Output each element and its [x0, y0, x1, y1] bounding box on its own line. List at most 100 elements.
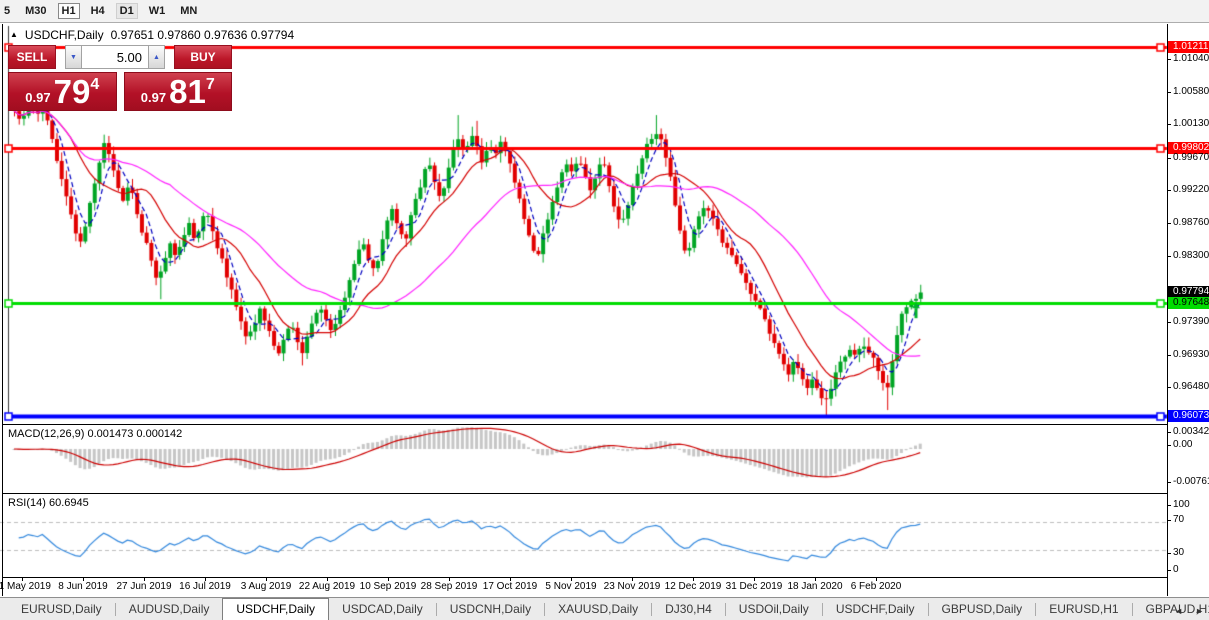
price-axis-tick: [1168, 59, 1171, 60]
price-axis-label: 0.99670: [1173, 152, 1209, 164]
indicator-axis-label: 0.00: [1173, 439, 1192, 451]
indicator-axis-label: 0.003428: [1173, 426, 1209, 438]
volume-stepper: ▼ ▲: [65, 45, 165, 69]
chart-symbol-title: USDCHF,Daily: [25, 28, 104, 42]
chart-icon: ▲: [10, 31, 18, 39]
ask-price-box[interactable]: 0.97 81 7: [124, 72, 233, 111]
chart-tabs: EURUSD,DailyAUDUSD,DailyUSDCHF,DailyUSDC…: [8, 598, 1209, 620]
one-click-trade-panel: SELL ▼ ▲ BUY 0.97 79 4 0.97 81 7: [8, 45, 232, 111]
indicator-axis-tick: [1168, 445, 1171, 446]
chart-tab-eurusd-daily[interactable]: EURUSD,Daily: [8, 599, 115, 620]
indicator-axis-label: 0: [1173, 564, 1179, 576]
mt4-window: 5 M30 H1 H4 D1 W1 MN ▲ USDCHF,Daily 0.97651 0.…: [0, 0, 1209, 620]
price-axis-tick: [1168, 387, 1171, 388]
chart-tab-dj30-h4[interactable]: DJ30,H4: [652, 599, 725, 620]
indicator-axis-label: 30: [1173, 547, 1184, 559]
timeframe-button-w1[interactable]: W1: [145, 3, 170, 19]
bid-pip-digit: 4: [90, 76, 99, 94]
bid-prefix: 0.97: [25, 90, 50, 105]
bid-price-box[interactable]: 0.97 79 4: [8, 72, 117, 111]
price-axis-label: 0.98760: [1173, 217, 1209, 229]
panel-separator: [2, 493, 1167, 494]
price-axis-label: 1.01211: [1168, 41, 1209, 53]
chart-title-bar: ▲ USDCHF,Daily 0.97651 0.97860 0.97636 0…: [10, 28, 294, 42]
date-axis-label: 8 Jun 2019: [58, 581, 108, 592]
date-axis-label: 12 Dec 2019: [665, 581, 722, 592]
chart-tab-bar: EURUSD,DailyAUDUSD,DailyUSDCHF,DailyUSDC…: [0, 597, 1209, 620]
date-axis-label: 27 Jun 2019: [116, 581, 171, 592]
price-axis-label: 1.01040: [1173, 53, 1209, 65]
chart-window: ▲ USDCHF,Daily 0.97651 0.97860 0.97636 0…: [0, 23, 1209, 597]
date-axis-label: 6 Feb 2020: [851, 581, 902, 592]
indicator-axis-tick: [1168, 553, 1171, 554]
chart-tab-xauusd-daily[interactable]: XAUUSD,Daily: [545, 599, 651, 620]
price-axis-tick: [1168, 355, 1171, 356]
timeframe-button-mn[interactable]: MN: [176, 3, 201, 19]
date-axis-label: 18 Jan 2020: [787, 581, 842, 592]
ask-prefix: 0.97: [141, 90, 166, 105]
volume-increase-icon[interactable]: ▲: [148, 45, 165, 69]
timeframe-button-m30[interactable]: M30: [21, 3, 50, 19]
price-axis-label: 0.97390: [1173, 316, 1209, 328]
tab-scroll-right-icon[interactable]: ►: [1195, 606, 1204, 616]
price-axis-label: 0.98300: [1173, 250, 1209, 262]
tab-scroll-left-icon[interactable]: ◄: [1174, 606, 1183, 616]
ask-pip-digit: 7: [206, 76, 215, 94]
bid-big-digits: 79: [54, 77, 91, 107]
buy-button[interactable]: BUY: [174, 45, 232, 69]
date-axis-label: 5 Nov 2019: [545, 581, 596, 592]
indicator-axis-tick: [1168, 432, 1171, 433]
date-axis-label: 10 Sep 2019: [360, 581, 417, 592]
indicator-axis-label: 70: [1173, 514, 1184, 526]
date-axis-label: 23 Nov 2019: [604, 581, 661, 592]
timeframe-button-d1[interactable]: D1: [116, 3, 138, 19]
price-axis-tick: [1168, 322, 1171, 323]
price-axis-label: 1.00130: [1173, 118, 1209, 130]
chart-tab-eurusd-h1[interactable]: EURUSD,H1: [1036, 599, 1131, 620]
chart-tab-usdchf-daily[interactable]: USDCHF,Daily: [823, 599, 928, 620]
price-axis-label: 0.97648: [1168, 297, 1209, 309]
chart-tab-usdoil-daily[interactable]: USDOil,Daily: [726, 599, 822, 620]
chart-left-border: [2, 24, 3, 596]
date-axis-label: 28 Sep 2019: [421, 581, 478, 592]
date-axis-label: 21 May 2019: [0, 581, 51, 592]
timeframe-toolbar: 5 M30 H1 H4 D1 W1 MN: [0, 0, 1209, 23]
indicator-axis-label: 100: [1173, 499, 1190, 511]
indicator-axis-label: -0.007615: [1173, 476, 1209, 488]
indicator-axis-tick: [1168, 482, 1171, 483]
date-axis-label: 17 Oct 2019: [483, 581, 537, 592]
panel-separator: [2, 577, 1167, 578]
chart-tab-audusd-daily[interactable]: AUDUSD,Daily: [116, 599, 223, 620]
price-axis-tick: [1168, 158, 1171, 159]
price-axis-tick: [1168, 256, 1171, 257]
price-axis-label: 1.00580: [1173, 86, 1209, 98]
price-axis-tick: [1168, 190, 1171, 191]
indicator-axis-tick: [1168, 505, 1171, 506]
price-axis-tick: [1168, 223, 1171, 224]
timeframe-button-h1[interactable]: H1: [58, 3, 80, 19]
rsi-indicator-label: RSI(14) 60.6945: [8, 497, 89, 509]
chart-tab-usdcnh-daily[interactable]: USDCNH,Daily: [437, 599, 544, 620]
chart-tab-gbpusd-daily[interactable]: GBPUSD,Daily: [929, 599, 1036, 620]
date-axis-label: 16 Jul 2019: [179, 581, 231, 592]
indicator-axis-tick: [1168, 520, 1171, 521]
indicator-axis-tick: [1168, 570, 1171, 571]
price-axis-label: 0.96073: [1168, 410, 1209, 422]
timeframe-button-h4[interactable]: H4: [87, 3, 109, 19]
panel-separator: [2, 424, 1167, 425]
volume-input[interactable]: [82, 45, 148, 69]
price-axis-tick: [1168, 124, 1171, 125]
tab-scroll-arrows: ◄ ►: [1174, 606, 1204, 616]
price-axis-label: 0.99220: [1173, 184, 1209, 196]
chart-tab-usdchf-daily[interactable]: USDCHF,Daily: [222, 598, 329, 620]
rsi-canvas[interactable]: [0, 494, 1168, 577]
price-axis-label: 0.96480: [1173, 381, 1209, 393]
sell-button[interactable]: SELL: [8, 45, 56, 69]
volume-decrease-icon[interactable]: ▼: [65, 45, 82, 69]
ask-big-digits: 81: [169, 77, 206, 107]
chart-tab-usdcad-daily[interactable]: USDCAD,Daily: [329, 599, 436, 620]
timeframe-button-5[interactable]: 5: [0, 3, 14, 19]
chart-ohlc-values: 0.97651 0.97860 0.97636 0.97794: [111, 28, 295, 42]
price-axis[interactable]: 1.012111.010401.005801.001300.998020.996…: [1168, 23, 1209, 597]
date-axis-label: 22 Aug 2019: [299, 581, 355, 592]
